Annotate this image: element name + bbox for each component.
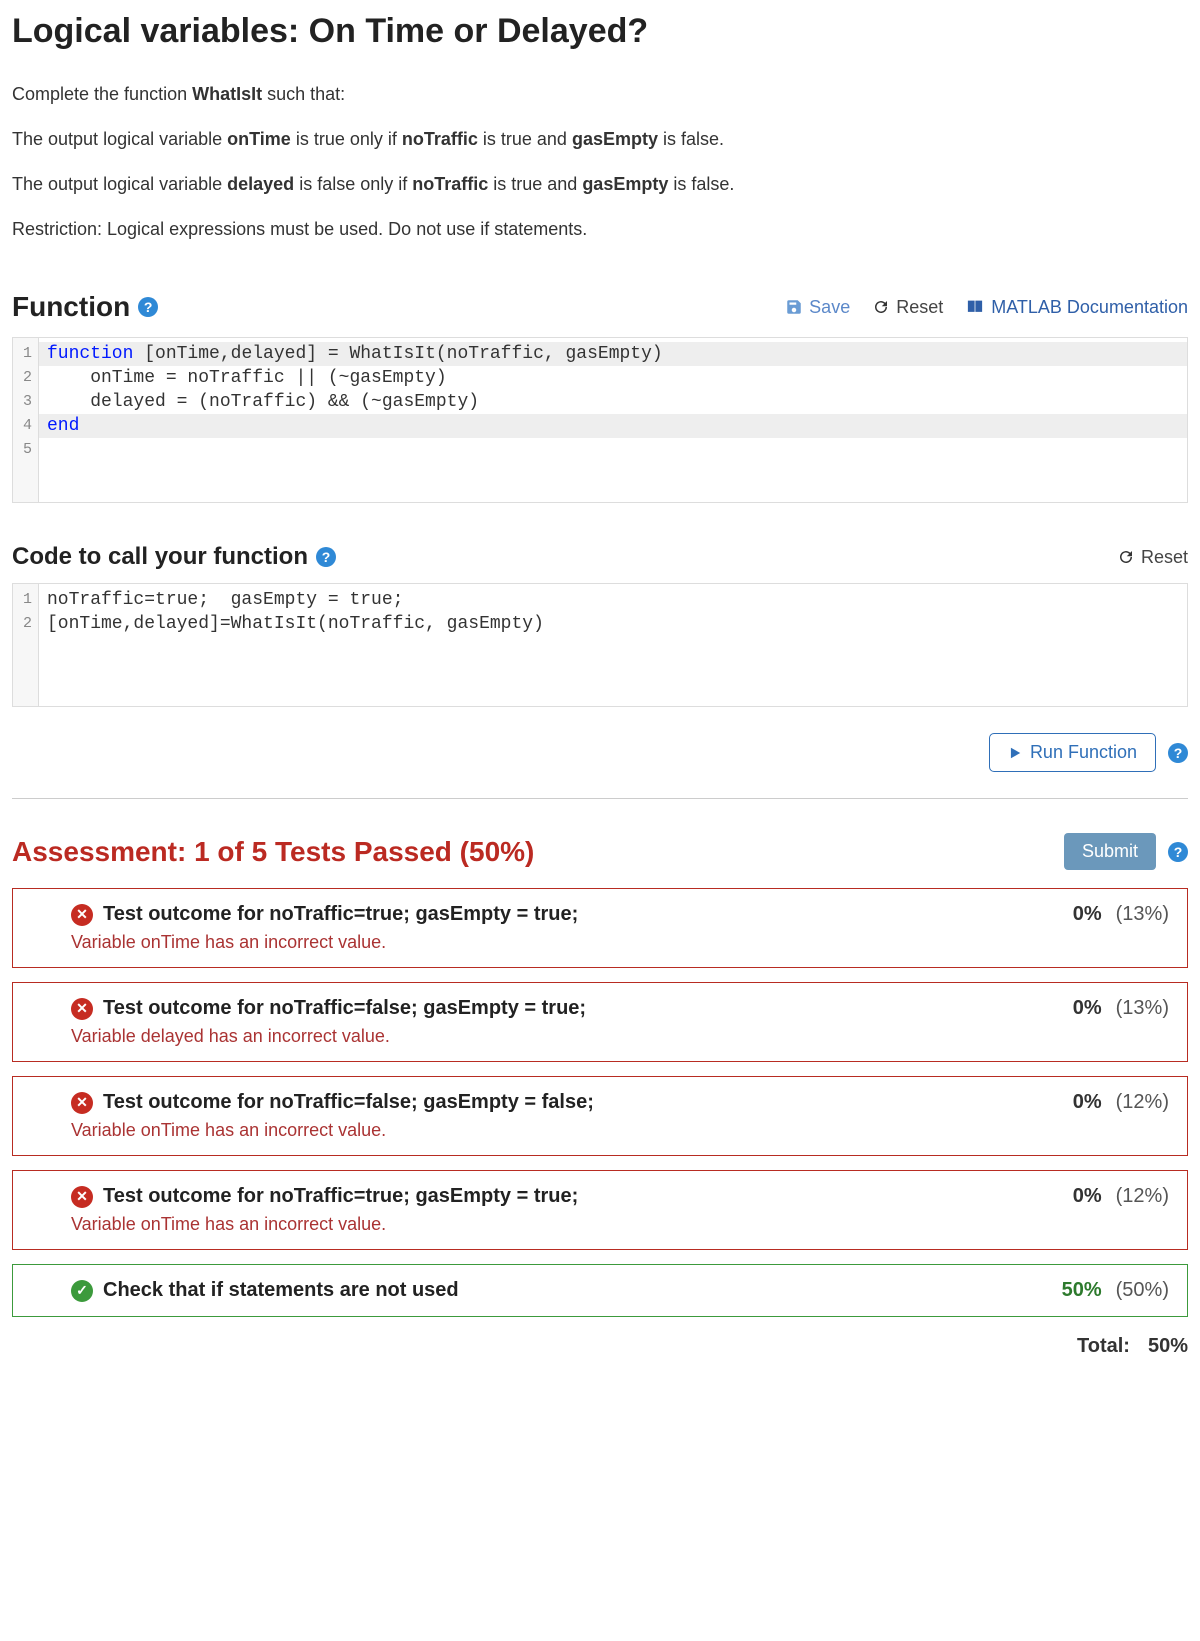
t: Complete the function xyxy=(12,84,192,104)
line-gutter: 1 2 3 4 5 xyxy=(13,338,39,502)
test-weight: (12%) xyxy=(1116,1185,1169,1208)
t: gasEmpty xyxy=(572,129,658,149)
test-message: Variable delayed has an incorrect value. xyxy=(71,1026,1169,1047)
test-score: 50% xyxy=(1062,1279,1102,1302)
code-content[interactable]: function [onTime,delayed] = WhatIsIt(noT… xyxy=(39,338,1187,502)
intro-text: Complete the function WhatIsIt such that… xyxy=(12,81,1188,243)
tests-list: ✕ Test outcome for noTraffic=true; gasEmp… xyxy=(12,888,1188,1317)
line-gutter: 1 2 xyxy=(13,584,39,706)
help-icon[interactable]: ? xyxy=(316,547,336,567)
check-icon: ✓ xyxy=(71,1280,93,1302)
t: is true only if xyxy=(291,129,402,149)
test-message: Variable onTime has an incorrect value. xyxy=(71,932,1169,953)
test-item: ✕ Test outcome for noTraffic=true; gasEmp… xyxy=(12,1170,1188,1250)
save-button[interactable]: Save xyxy=(785,297,850,318)
test-message: Variable onTime has an incorrect value. xyxy=(71,1214,1169,1235)
test-score: 0% xyxy=(1073,903,1102,926)
save-label: Save xyxy=(809,297,850,318)
reset-label: Reset xyxy=(1141,547,1188,568)
t: noTraffic xyxy=(402,129,478,149)
run-function-button[interactable]: Run Function xyxy=(989,733,1156,772)
test-title: Check that if statements are not used xyxy=(103,1279,459,1302)
x-icon: ✕ xyxy=(71,1186,93,1208)
save-icon xyxy=(785,298,803,316)
x-icon: ✕ xyxy=(71,904,93,926)
t: The output logical variable xyxy=(12,129,227,149)
book-icon xyxy=(965,298,985,316)
t: The output logical variable xyxy=(12,174,227,194)
test-title: Test outcome for noTraffic=false; gasEmp… xyxy=(103,1091,594,1114)
reset-button[interactable]: Reset xyxy=(872,297,943,318)
help-icon[interactable]: ? xyxy=(1168,743,1188,763)
play-icon xyxy=(1008,746,1022,760)
test-title: Test outcome for noTraffic=false; gasEmp… xyxy=(103,997,586,1020)
test-score: 0% xyxy=(1073,1185,1102,1208)
call-editor[interactable]: 1 2 noTraffic=true; gasEmpty = true; [on… xyxy=(12,583,1188,707)
test-weight: (50%) xyxy=(1116,1279,1169,1302)
test-score: 0% xyxy=(1073,997,1102,1020)
t: onTime xyxy=(227,129,291,149)
x-icon: ✕ xyxy=(71,998,93,1020)
test-weight: (13%) xyxy=(1116,997,1169,1020)
reset-icon xyxy=(1117,548,1135,566)
test-message: Variable onTime has an incorrect value. xyxy=(71,1120,1169,1141)
t: is false only if xyxy=(294,174,412,194)
reset-icon xyxy=(872,298,890,316)
t: is true and xyxy=(488,174,582,194)
test-weight: (13%) xyxy=(1116,903,1169,926)
run-label: Run Function xyxy=(1030,742,1137,763)
test-score: 0% xyxy=(1073,1091,1102,1114)
t: is false. xyxy=(658,129,724,149)
help-icon[interactable]: ? xyxy=(138,297,158,317)
doc-label: MATLAB Documentation xyxy=(991,297,1188,318)
t: such that: xyxy=(262,84,345,104)
t: Restriction: Logical expressions must be… xyxy=(12,216,1188,243)
test-title: Test outcome for noTraffic=true; gasEmpt… xyxy=(103,1185,578,1208)
t: noTraffic xyxy=(412,174,488,194)
code-content[interactable]: noTraffic=true; gasEmpty = true; [onTime… xyxy=(39,584,1187,706)
x-icon: ✕ xyxy=(71,1092,93,1114)
t: delayed xyxy=(227,174,294,194)
t: gasEmpty xyxy=(582,174,668,194)
t: is false. xyxy=(668,174,734,194)
function-editor[interactable]: 1 2 3 4 5 function [onTime,delayed] = Wh… xyxy=(12,337,1188,503)
divider xyxy=(12,798,1188,799)
help-icon[interactable]: ? xyxy=(1168,842,1188,862)
reset-label: Reset xyxy=(896,297,943,318)
t: is true and xyxy=(478,129,572,149)
test-item: ✕ Test outcome for noTraffic=true; gasEmp… xyxy=(12,888,1188,968)
reset-button[interactable]: Reset xyxy=(1117,547,1188,568)
submit-button[interactable]: Submit xyxy=(1064,833,1156,870)
test-item: ✕ Test outcome for noTraffic=false; gasEm… xyxy=(12,982,1188,1062)
function-heading: Function xyxy=(12,291,130,323)
doc-link[interactable]: MATLAB Documentation xyxy=(965,297,1188,318)
test-title: Test outcome for noTraffic=true; gasEmpt… xyxy=(103,903,578,926)
total-row: Total: 50% xyxy=(12,1335,1188,1358)
test-item: ✕ Test outcome for noTraffic=false; gasEm… xyxy=(12,1076,1188,1156)
total-label: Total: xyxy=(1077,1335,1130,1358)
total-value: 50% xyxy=(1148,1335,1188,1358)
assessment-heading: Assessment: 1 of 5 Tests Passed (50%) xyxy=(12,836,534,868)
page-title: Logical variables: On Time or Delayed? xyxy=(12,12,1188,51)
call-heading: Code to call your function xyxy=(12,543,308,571)
t: WhatIsIt xyxy=(192,84,262,104)
test-weight: (12%) xyxy=(1116,1091,1169,1114)
test-item: ✓ Check that if statements are not used 50… xyxy=(12,1264,1188,1317)
